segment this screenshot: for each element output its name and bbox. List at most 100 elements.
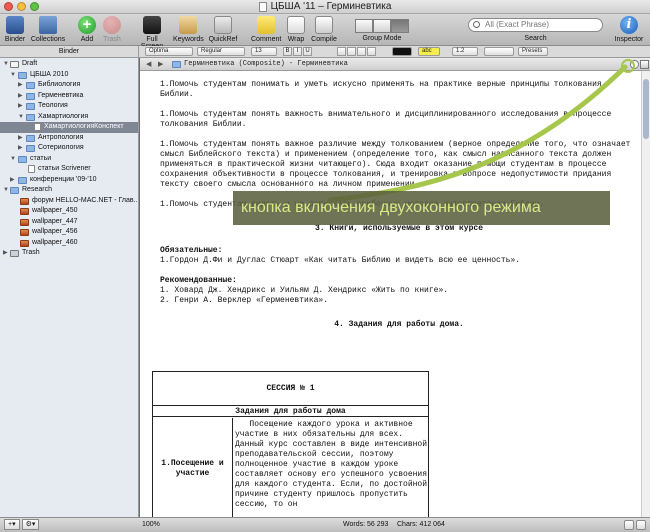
split-toggle-icon[interactable] <box>640 60 649 69</box>
folder-icon <box>26 82 35 89</box>
binder-item-cbsha-2010[interactable]: ▼ ЦБША 2010 <box>0 70 138 81</box>
presets-select[interactable]: Presets <box>518 47 548 56</box>
inspector-icon: i <box>620 16 638 34</box>
word-count: Words: 56 293 <box>343 521 389 528</box>
back-arrow-icon[interactable]: ◀ <box>146 58 151 71</box>
required-label: Обязательные: <box>160 246 223 255</box>
add-item-button[interactable]: +▾ <box>4 519 20 530</box>
document-icon <box>258 2 267 12</box>
binder-item-wallpaper-450[interactable]: wallpaper_450 <box>0 206 138 217</box>
align-justify-button[interactable] <box>367 47 376 56</box>
binder-item-hamartiology[interactable]: ▼ Хамартиология <box>0 112 138 123</box>
binder-item-hermeneutics[interactable]: ▶ Герменевтика <box>0 91 138 102</box>
folder-icon <box>18 71 27 79</box>
char-count: Chars: 412 064 <box>397 521 445 528</box>
binder-item-research[interactable]: ▼ Research <box>0 185 138 196</box>
align-right-button[interactable] <box>357 47 366 56</box>
line-spacing-select[interactable]: 1.2 <box>452 47 478 56</box>
font-family-select[interactable]: Optima <box>145 47 193 56</box>
comment-button[interactable]: Comment <box>251 16 281 43</box>
binder-item-trash[interactable]: ▶ Trash <box>0 248 138 259</box>
compile-button[interactable]: Compile <box>310 16 338 43</box>
list-select[interactable] <box>484 47 514 56</box>
align-center-button[interactable] <box>347 47 356 56</box>
comment-icon <box>257 16 275 34</box>
paragraph: 1.Помочь студентам понять важное различи… <box>160 140 636 189</box>
table-title: СЕССИЯ № 1 <box>153 372 428 406</box>
forward-arrow-icon[interactable]: ▶ <box>158 58 163 71</box>
zoom-select[interactable]: 100% <box>142 518 160 532</box>
binder-item-articles[interactable]: ▼ статьи <box>0 154 138 165</box>
add-button[interactable]: Add <box>78 16 96 43</box>
trash-folder-icon <box>10 250 19 257</box>
scroll-knob[interactable] <box>643 79 649 139</box>
binder-item-draft[interactable]: ▼ Draft <box>0 59 138 70</box>
notes-icon[interactable] <box>636 520 646 530</box>
folder-icon <box>18 155 27 163</box>
binder-item-anthropology[interactable]: ▶ Антропология <box>0 133 138 144</box>
group-mode-outliner-button[interactable] <box>373 19 391 33</box>
vertical-scrollbar[interactable] <box>641 71 650 517</box>
group-mode-corkboard-button[interactable] <box>391 19 409 33</box>
folder-icon <box>26 92 35 100</box>
bold-button[interactable]: B <box>283 47 292 56</box>
compile-icon <box>315 16 333 34</box>
font-style-select[interactable]: Regular <box>197 47 245 56</box>
binder-button[interactable]: Binder <box>4 16 26 43</box>
zoom-window-button[interactable] <box>30 2 39 11</box>
fullscreen-button[interactable]: Full Screen <box>136 16 168 50</box>
trash-button[interactable]: Trash <box>102 16 122 43</box>
table-cell-left: 1.Посещение и участие <box>153 418 233 518</box>
toolbar: Binder Collections Add Trash Full Screen… <box>0 14 650 50</box>
target-icon[interactable] <box>624 520 634 530</box>
italic-button[interactable]: I <box>293 47 302 56</box>
binder-item-conferences[interactable]: ▶ конференции '09-'10 <box>0 175 138 186</box>
binder-header: Binder <box>0 46 139 57</box>
binder-item-wallpaper-456[interactable]: wallpaper_456 <box>0 227 138 238</box>
document-icon <box>34 123 41 131</box>
folder-icon <box>26 145 35 152</box>
binder-item-soteriology[interactable]: ▶ Сотериология <box>0 143 138 154</box>
section-heading-homework: 4. Задания для работы дома. <box>334 320 464 329</box>
highlight-color-swatch[interactable]: abc <box>418 47 440 56</box>
wrap-button[interactable]: Wrap <box>285 16 307 43</box>
image-icon <box>20 218 29 226</box>
close-window-button[interactable] <box>4 2 13 11</box>
quickref-icon <box>214 16 232 34</box>
fullscreen-icon <box>143 16 161 34</box>
align-left-button[interactable] <box>337 47 346 56</box>
keywords-icon <box>179 16 197 34</box>
folder-icon <box>26 134 35 142</box>
window-title: ЦБША '11 – Герминевтика <box>270 1 392 12</box>
text-color-swatch[interactable] <box>392 47 412 56</box>
search-input[interactable] <box>485 20 602 29</box>
inspector-button[interactable]: i Inspector <box>614 16 644 43</box>
binder-item-articles-scrivener[interactable]: статьи Scrivener <box>0 164 138 175</box>
quickref-button[interactable]: QuickRef <box>208 16 238 43</box>
keywords-button[interactable]: Keywords <box>173 16 204 43</box>
binder-item-wallpaper-460[interactable]: wallpaper_460 <box>0 238 138 249</box>
collections-icon <box>39 16 57 34</box>
collections-button[interactable]: Collections <box>30 16 66 43</box>
font-size-select[interactable]: 13 <box>251 47 277 56</box>
binder-item-wallpaper-447[interactable]: wallpaper_447 <box>0 217 138 228</box>
table-subtitle: Задания для работы дома <box>153 406 428 417</box>
binder-item-forum-page[interactable]: форум HELLO-MAC.NET - Глав... <box>0 196 138 207</box>
underline-button[interactable]: U <box>303 47 312 56</box>
required-book: 1.Гордон Д.Фи и Дуглас Стюарт «Как читат… <box>160 256 521 265</box>
binder-item-theology[interactable]: ▶ Теология <box>0 101 138 112</box>
wrap-icon <box>287 16 305 34</box>
binder-item-hamartiology-notes[interactable]: ХамартиологияКонспект <box>0 122 138 133</box>
image-icon <box>20 197 29 205</box>
recommended-book: 1. Ховард Дж. Хендрикс и Уильям Д. Хендр… <box>160 286 449 295</box>
group-mode-document-button[interactable] <box>355 19 373 33</box>
image-icon <box>20 229 29 236</box>
session-table: СЕССИЯ № 1 Задания для работы дома 1.Пос… <box>152 371 429 519</box>
split-editor-button[interactable] <box>630 60 639 69</box>
folder-icon <box>26 113 35 121</box>
actions-gear-button[interactable]: ⚙▾ <box>21 519 40 530</box>
trash-icon <box>103 16 121 34</box>
minimize-window-button[interactable] <box>17 2 26 11</box>
group-mode-control: Group Mode <box>355 19 409 42</box>
binder-item-bibliology[interactable]: ▶ Библиология <box>0 80 138 91</box>
